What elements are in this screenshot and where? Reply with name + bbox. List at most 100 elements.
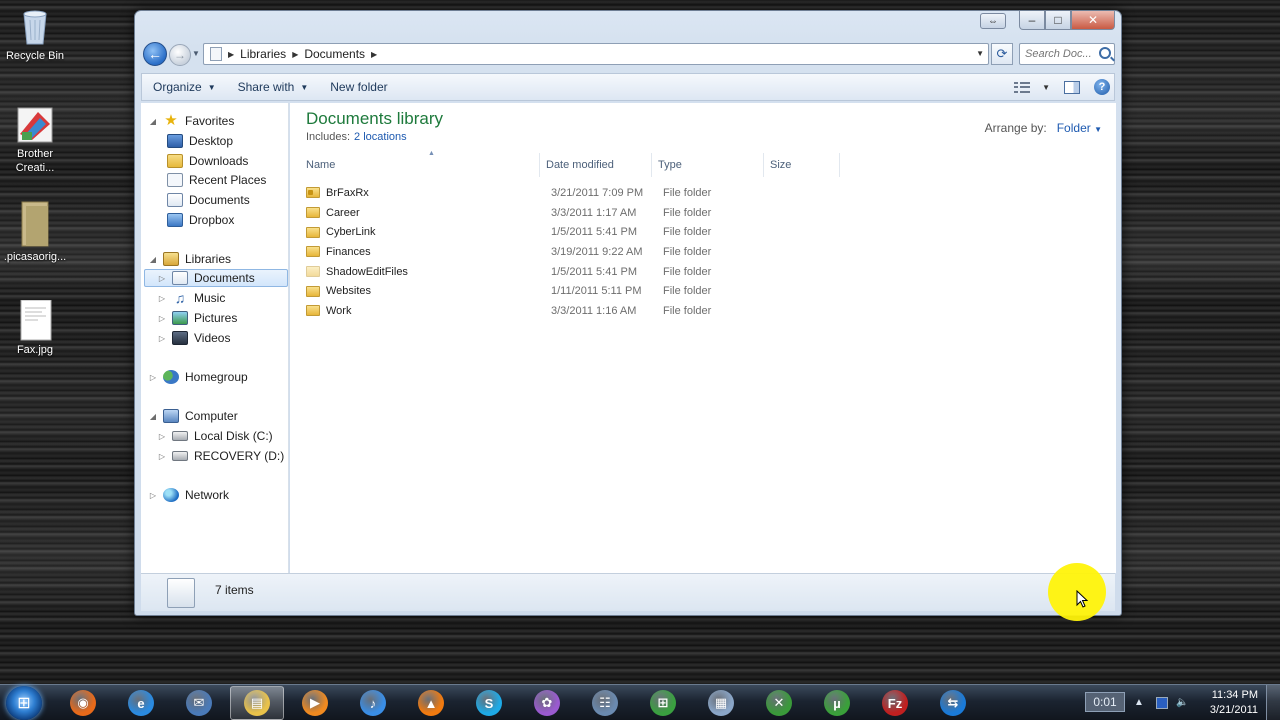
file-row[interactable]: Career 3/3/2011 1:17 AM File folder (300, 203, 769, 223)
expanded-arrow-icon[interactable]: ◢ (149, 117, 157, 126)
column-header-date-modified[interactable]: Date modified (540, 153, 652, 177)
tree-libraries[interactable]: ◢ Libraries (149, 250, 231, 268)
tree-item-documents-favorite[interactable]: Documents (167, 191, 250, 209)
collapsed-arrow-icon[interactable]: ▷ (158, 274, 166, 283)
new-folder-button[interactable]: New folder (319, 74, 398, 100)
start-button[interactable]: ⊞ (6, 686, 42, 720)
taskbar-app-button[interactable]: Fz (868, 686, 922, 720)
taskbar-app-button[interactable]: µ (810, 686, 864, 720)
collapsed-arrow-icon[interactable]: ▷ (158, 334, 166, 343)
tree-item-videos[interactable]: ▷ Videos (158, 329, 230, 347)
breadcrumb-separator-icon[interactable]: ▶ (228, 50, 234, 59)
show-desktop-button[interactable] (1266, 685, 1280, 720)
search-box[interactable] (1019, 43, 1115, 65)
taskbar-app-button[interactable]: ✕ (752, 686, 806, 720)
taskbar-app-button[interactable]: ✿ (520, 686, 574, 720)
organize-button[interactable]: Organize ▼ (142, 74, 227, 100)
taskbar-app-button[interactable]: ▶ (288, 686, 342, 720)
forward-button[interactable]: → (169, 44, 191, 66)
taskbar-app-button[interactable]: ▤ (230, 686, 284, 720)
file-name: Websites (326, 285, 372, 298)
taskbar-app-button[interactable]: e (114, 686, 168, 720)
tree-item-pictures[interactable]: ▷ Pictures (158, 309, 237, 327)
desktop-icon-recycle-bin[interactable]: Recycle Bin (0, 6, 70, 63)
network-status-icon[interactable] (1156, 697, 1168, 709)
clock[interactable]: 11:34 PM 3/21/2011 (1210, 688, 1258, 718)
show-hidden-icons-icon[interactable]: ▲ (1134, 697, 1146, 709)
tree-item-recent-places[interactable]: Recent Places (167, 171, 266, 189)
file-list-pane: Documents library Includes: 2 locations A… (290, 103, 1116, 573)
breadcrumb-separator-icon[interactable]: ▶ (371, 50, 377, 59)
file-row[interactable]: ShadowEditFiles 1/5/2011 5:41 PM File fo… (300, 262, 769, 282)
tree-item-documents-library[interactable]: ▷ Documents (144, 269, 288, 287)
breadcrumb-libraries[interactable]: Libraries (240, 47, 286, 61)
breadcrumb-separator-icon[interactable]: ▶ (292, 50, 298, 59)
expanded-arrow-icon[interactable]: ◢ (149, 255, 157, 264)
file-row[interactable]: Work 3/3/2011 1:16 AM File folder (300, 301, 769, 321)
back-button[interactable]: ← (143, 42, 167, 66)
column-header-name[interactable]: ▲ Name (300, 150, 540, 177)
address-bar[interactable]: ▶ Libraries ▶ Documents ▶ ▼ (203, 43, 989, 65)
taskbar-app-button[interactable]: ⇆ (926, 686, 980, 720)
desktop-icon-picasaorig[interactable]: .picasaorig... (0, 200, 70, 264)
tree-favorites[interactable]: ◢ ★ Favorites (149, 112, 234, 130)
search-input[interactable] (1025, 48, 1099, 60)
taskbar-app-button[interactable]: ◉ (56, 686, 110, 720)
column-header-size[interactable]: Size (764, 153, 840, 177)
taskbar-app-button[interactable]: S (462, 686, 516, 720)
tree-item-music[interactable]: ▷ ♫ Music (158, 289, 225, 307)
taskbar-app-button[interactable]: ▦ (694, 686, 748, 720)
address-dropdown-icon[interactable]: ▼ (976, 49, 984, 58)
thunderbird-icon: ✉ (186, 690, 212, 716)
tree-homegroup[interactable]: ▷ Homegroup (149, 368, 248, 386)
tree-item-downloads[interactable]: Downloads (167, 152, 248, 170)
collapsed-arrow-icon[interactable]: ▷ (149, 491, 157, 500)
column-header-type[interactable]: Type (652, 153, 764, 177)
collapsed-arrow-icon[interactable]: ▷ (149, 373, 157, 382)
locations-link[interactable]: 2 locations (354, 131, 407, 143)
search-icon[interactable] (1099, 47, 1111, 59)
image-file-icon (16, 299, 54, 341)
refresh-button[interactable]: ⟳ (991, 43, 1013, 65)
computer-icon (163, 409, 179, 423)
file-row[interactable]: BrFaxRx 3/21/2011 7:09 PM File folder (300, 183, 769, 203)
desktop-icon-brother[interactable]: Brother Creati... (0, 104, 70, 175)
tree-item-recovery[interactable]: ▷ RECOVERY (D:) (158, 447, 284, 465)
tree-computer[interactable]: ◢ Computer (149, 407, 238, 425)
file-row[interactable]: Finances 3/19/2011 9:22 AM File folder (300, 242, 769, 262)
tree-label: Documents (189, 193, 250, 207)
clock-time: 11:34 PM (1211, 689, 1258, 701)
locked-folder-icon (306, 187, 320, 199)
taskbar-app-button[interactable]: ☷ (578, 686, 632, 720)
tree-item-local-disk[interactable]: ▷ Local Disk (C:) (158, 427, 273, 445)
volume-icon[interactable]: 🔈 (1176, 697, 1188, 709)
tree-item-desktop[interactable]: Desktop (167, 132, 233, 150)
share-with-button[interactable]: Share with ▼ (227, 74, 320, 100)
recording-timer[interactable]: 0:01 (1085, 692, 1125, 712)
tree-network[interactable]: ▷ Network (149, 486, 229, 504)
expanded-arrow-icon[interactable]: ◢ (149, 412, 157, 421)
snap-restore-icon[interactable]: ⇔ (980, 13, 1006, 29)
taskbar-app-button[interactable]: ⊞ (636, 686, 690, 720)
taskbar-app-button[interactable]: ♪ (346, 686, 400, 720)
change-view-button[interactable]: ▼ (1014, 81, 1050, 93)
file-row[interactable]: Websites 1/11/2011 5:11 PM File folder (300, 281, 769, 301)
breadcrumb-documents[interactable]: Documents (304, 47, 365, 61)
taskbar-app-button[interactable]: ✉ (172, 686, 226, 720)
collapsed-arrow-icon[interactable]: ▷ (158, 314, 166, 323)
tree-item-dropbox[interactable]: Dropbox (167, 211, 234, 229)
file-row[interactable]: CyberLink 1/5/2011 5:41 PM File folder (300, 222, 769, 242)
recent-pages-dropdown-icon[interactable]: ▼ (192, 49, 200, 58)
maximize-button[interactable]: □ (1045, 11, 1071, 30)
taskbar-app-button[interactable]: ▲ (404, 686, 458, 720)
desktop-icon-fax[interactable]: Fax.jpg (0, 299, 70, 357)
library-title: Documents library (306, 109, 443, 128)
minimize-button[interactable]: ‒ (1019, 11, 1045, 30)
collapsed-arrow-icon[interactable]: ▷ (158, 432, 166, 441)
preview-pane-icon[interactable] (1064, 80, 1080, 94)
arrange-by-dropdown[interactable]: Folder ▼ (1057, 121, 1102, 135)
help-icon[interactable]: ? (1094, 79, 1110, 95)
collapsed-arrow-icon[interactable]: ▷ (158, 452, 166, 461)
collapsed-arrow-icon[interactable]: ▷ (158, 294, 166, 303)
close-button[interactable]: ✕ (1071, 11, 1115, 30)
